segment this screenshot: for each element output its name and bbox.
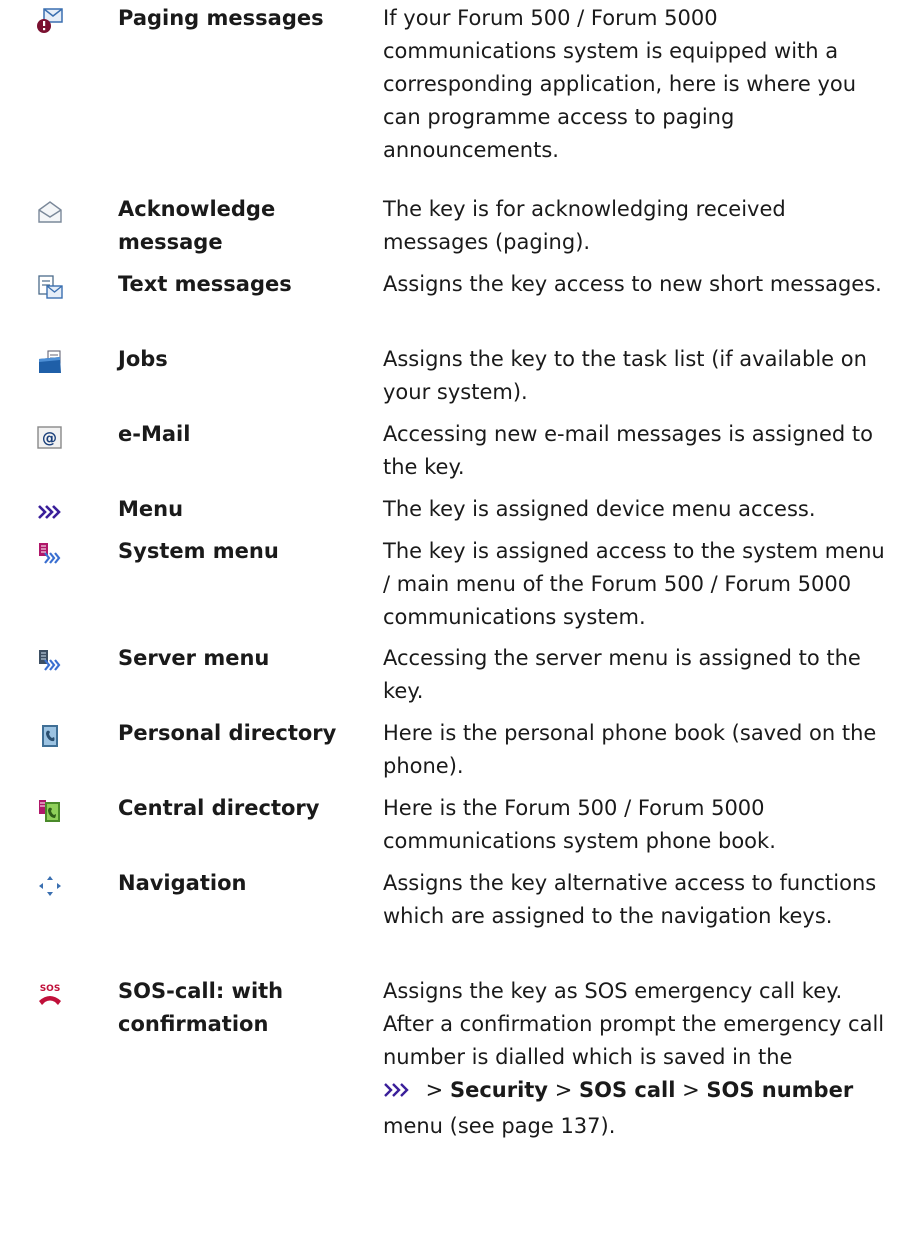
central-directory-icon <box>36 798 64 824</box>
menu-path-sos-number: SOS number <box>706 1078 854 1102</box>
sos-call-icon: SOS <box>36 981 64 1007</box>
function-description: Assigns the key to the task list (if ava… <box>383 347 867 404</box>
function-name: Jobs <box>118 347 168 371</box>
navigation-icon <box>36 873 64 899</box>
function-description: Assigns the key access to new short mess… <box>383 272 882 296</box>
function-name: Navigation <box>118 871 247 895</box>
path-separator: > <box>548 1078 579 1102</box>
personal-directory-icon <box>36 723 64 749</box>
menu-path-security: Security <box>449 1078 549 1102</box>
function-name: Server menu <box>118 646 270 670</box>
svg-text:@: @ <box>42 429 57 447</box>
function-description: Assigns the key as SOS emergency call ke… <box>383 975 888 1143</box>
function-name: Central directory <box>118 796 320 820</box>
page-reference: menu (see page 137). <box>383 1114 616 1138</box>
function-description: Assigns the key alternative access to fu… <box>383 871 877 928</box>
function-description: Accessing the server menu is assigned to… <box>383 646 861 703</box>
function-description: Here is the Forum 500 / Forum 5000 commu… <box>383 796 776 853</box>
function-key-table: Paging messages If your Forum 500 / Foru… <box>0 0 900 1239</box>
function-name: Menu <box>118 497 184 521</box>
function-name: Paging messages <box>118 6 324 30</box>
server-menu-icon <box>36 648 64 674</box>
path-separator: > <box>675 1078 707 1102</box>
paging-message-icon <box>36 8 64 34</box>
function-name: Personal directory <box>118 721 337 745</box>
function-name: Acknowledge message <box>118 197 276 254</box>
function-description: Here is the personal phone book (saved o… <box>383 721 877 778</box>
text-message-icon <box>36 274 64 300</box>
sos-description-text: Assigns the key as SOS emergency call ke… <box>383 979 885 1069</box>
jobs-folder-icon <box>36 349 64 375</box>
path-separator: > <box>419 1078 450 1102</box>
function-description: Accessing new e-mail messages is assigne… <box>383 422 873 479</box>
menu-arrows-icon <box>36 499 64 525</box>
function-description: The key is assigned device menu access. <box>383 497 816 521</box>
function-name: SOS-call: with confirmation <box>118 979 284 1036</box>
function-description: The key is assigned access to the system… <box>383 539 885 629</box>
email-at-icon: @ <box>36 424 64 450</box>
function-description: If your Forum 500 / Forum 5000 communica… <box>383 6 857 162</box>
acknowledge-envelope-icon <box>36 199 64 225</box>
system-menu-icon <box>36 541 64 567</box>
function-description: The key is for acknowledging received me… <box>383 197 786 254</box>
function-name: System menu <box>118 539 279 563</box>
menu-path-sos-call: SOS call <box>578 1078 676 1102</box>
menu-arrows-icon <box>383 1077 413 1110</box>
svg-text:SOS: SOS <box>40 984 61 994</box>
function-name: e-Mail <box>118 422 191 446</box>
function-name: Text messages <box>118 272 292 296</box>
